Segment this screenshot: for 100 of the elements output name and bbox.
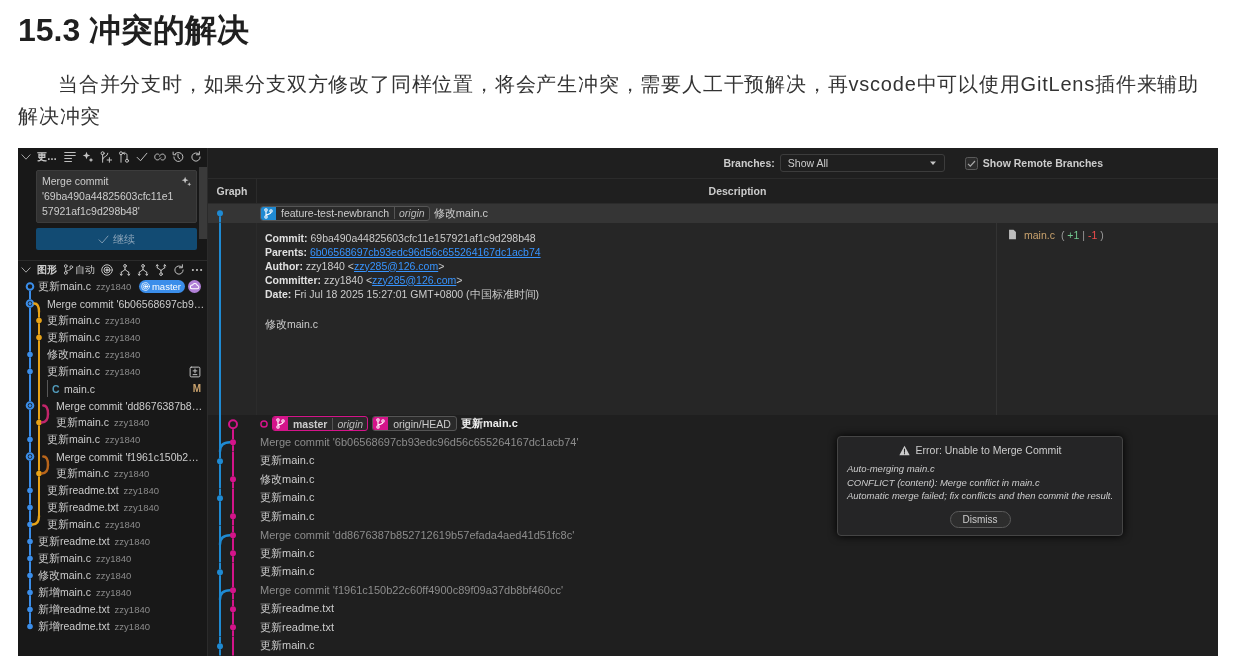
commit-dot-icon[interactable]: [230, 513, 236, 520]
branch-arrow-down-icon[interactable]: [119, 263, 131, 276]
commit-message[interactable]: 更新main.c: [47, 364, 100, 379]
section-title[interactable]: 更…: [37, 150, 57, 164]
section-title[interactable]: 图形: [37, 262, 57, 277]
commit-message[interactable]: 更新main.c: [38, 279, 91, 294]
commit-dot-icon[interactable]: [217, 642, 223, 649]
merge-node-icon[interactable]: [25, 452, 35, 461]
column-header[interactable]: Description: [708, 185, 767, 197]
commit-message-field[interactable]: Merge commit '69ba490a44825603cfc11e157921af1c9d298b48': [36, 170, 197, 223]
refresh-icon[interactable]: [173, 263, 185, 276]
branch-plus-icon[interactable]: [100, 151, 112, 163]
commit-dot-icon[interactable]: [27, 606, 33, 613]
commit-message[interactable]: 更新main.c: [47, 517, 100, 532]
commit-message[interactable]: 更新main.c: [460, 416, 518, 432]
dismiss-button[interactable]: Dismiss: [949, 510, 1011, 528]
branch-arrow-up-icon[interactable]: [155, 263, 167, 276]
commit-message[interactable]: 新增main.c: [38, 585, 91, 600]
checkbox[interactable]: [964, 156, 978, 170]
commit-message[interactable]: 更新main.c: [47, 313, 100, 328]
commit-message[interactable]: Merge commit '6b06568697cb9…: [47, 297, 205, 310]
branch-badge[interactable]: feature-test-newbranch origin: [260, 205, 430, 221]
commit-message[interactable]: 更新main.c: [56, 466, 109, 481]
commit-message[interactable]: 更新main.c: [260, 638, 315, 654]
commit-dot-icon[interactable]: [36, 419, 42, 426]
commit-dot-icon[interactable]: [36, 317, 42, 324]
commit-dot-icon[interactable]: [230, 439, 236, 446]
merge-node-icon[interactable]: [25, 401, 35, 410]
chevron-down-icon[interactable]: [21, 264, 31, 275]
commit-message[interactable]: 更新main.c: [260, 490, 315, 506]
commit-message[interactable]: 新增readme.txt: [38, 602, 110, 617]
commit-message[interactable]: 更新readme.txt: [47, 483, 119, 498]
cloud-icon[interactable]: [188, 280, 201, 293]
branch-badge[interactable]: master origin: [272, 416, 369, 432]
text-link[interactable]: 6b06568697cb93edc96d56c655264167dc1acb74: [309, 245, 541, 258]
commit-message[interactable]: Merge commit 'dd8676387b8…: [56, 399, 203, 412]
commit-message[interactable]: 更新main.c: [56, 415, 109, 430]
commit-dot-icon[interactable]: [217, 210, 223, 217]
commit-dot-icon[interactable]: [27, 487, 33, 494]
commit-message[interactable]: 修改main.c: [38, 568, 91, 583]
commit-dot-icon[interactable]: [27, 368, 33, 375]
merge-node-icon[interactable]: [25, 299, 35, 308]
branch-arrow-down-icon[interactable]: [137, 263, 149, 276]
infinity-icon[interactable]: [154, 151, 166, 163]
commit-dot-icon[interactable]: [217, 457, 223, 464]
commit-dot-icon[interactable]: [27, 436, 33, 443]
commit-message[interactable]: 修改main.c: [47, 347, 100, 362]
head-node-icon[interactable]: [25, 282, 35, 291]
commit-dot-icon[interactable]: [230, 531, 236, 538]
head-node-icon[interactable]: [228, 418, 238, 429]
commit-message[interactable]: 更新readme.txt: [47, 500, 119, 515]
list-icon[interactable]: [64, 151, 76, 163]
branch-badge[interactable]: origin/HEAD: [372, 416, 457, 432]
text-link[interactable]: zzy285@126.com: [354, 259, 439, 272]
commit-dot-icon[interactable]: [230, 587, 236, 594]
commit-dot-icon[interactable]: [217, 568, 223, 575]
commit-dot-icon[interactable]: [27, 521, 33, 528]
commit-dot-icon[interactable]: [36, 470, 42, 477]
commit-message[interactable]: 更新main.c: [260, 545, 315, 561]
commit-dot-icon[interactable]: [230, 550, 236, 557]
commit-message[interactable]: 更新readme.txt: [38, 534, 110, 549]
commit-dot-icon[interactable]: [27, 572, 33, 579]
commit-message[interactable]: 更新main.c: [260, 564, 315, 580]
commit-dot-icon[interactable]: [27, 504, 33, 511]
commit-message[interactable]: 更新main.c: [47, 330, 100, 345]
file-name[interactable]: main.c: [1024, 228, 1055, 241]
commit-message[interactable]: 更新readme.txt: [260, 619, 334, 635]
commit-dot-icon[interactable]: [27, 351, 33, 358]
scrollbar[interactable]: [199, 167, 207, 239]
commit-message[interactable]: 更新main.c: [47, 432, 100, 447]
commit-message[interactable]: Merge commit 'f1961c150b2…: [56, 450, 199, 463]
history-icon[interactable]: [172, 151, 184, 163]
commit-dot-icon[interactable]: [217, 494, 223, 501]
commit-message[interactable]: 更新main.c: [260, 508, 315, 524]
refresh-icon[interactable]: [190, 151, 202, 163]
commit-message[interactable]: 更新readme.txt: [260, 601, 334, 617]
commit-message[interactable]: 修改main.c: [433, 205, 489, 221]
commit-message[interactable]: Merge commit 'dd8676387b852712619b57efada4aed41d51fc8c': [260, 528, 575, 541]
commit-message[interactable]: Merge commit 'f1961c150b22c60ff4900c89f09a37db8bf460cc': [260, 584, 564, 597]
chevron-down-icon[interactable]: [21, 152, 31, 162]
branch-selector[interactable]: 自动: [63, 262, 95, 277]
commit-dot-icon[interactable]: [230, 476, 236, 483]
branches-dropdown[interactable]: Show All: [779, 154, 945, 172]
commit-message[interactable]: Merge commit '6b06568697cb93edc96d56c655264167dc1acb74': [260, 436, 579, 449]
column-header[interactable]: Graph: [216, 185, 248, 197]
commit-dot-icon[interactable]: [230, 624, 236, 631]
commit-dot-icon[interactable]: [27, 623, 33, 630]
target-icon[interactable]: [101, 263, 113, 276]
commit-dot-icon[interactable]: [27, 589, 33, 596]
file-name[interactable]: main.c: [64, 382, 95, 395]
commit-message[interactable]: 修改main.c: [260, 471, 315, 487]
commit-dot-icon[interactable]: [27, 538, 33, 545]
commit-message[interactable]: 新增readme.txt: [38, 619, 110, 634]
commit-dot-icon[interactable]: [27, 555, 33, 562]
compare-icon[interactable]: [118, 151, 130, 163]
sparkle-icon[interactable]: [181, 176, 192, 187]
commit-dot-icon[interactable]: [230, 605, 236, 612]
selected-row[interactable]: feature-test-newbranch origin 修改main.c: [208, 204, 1218, 223]
sparkle-icon[interactable]: [82, 151, 94, 163]
checkbox-label[interactable]: Show Remote Branches: [982, 157, 1103, 169]
